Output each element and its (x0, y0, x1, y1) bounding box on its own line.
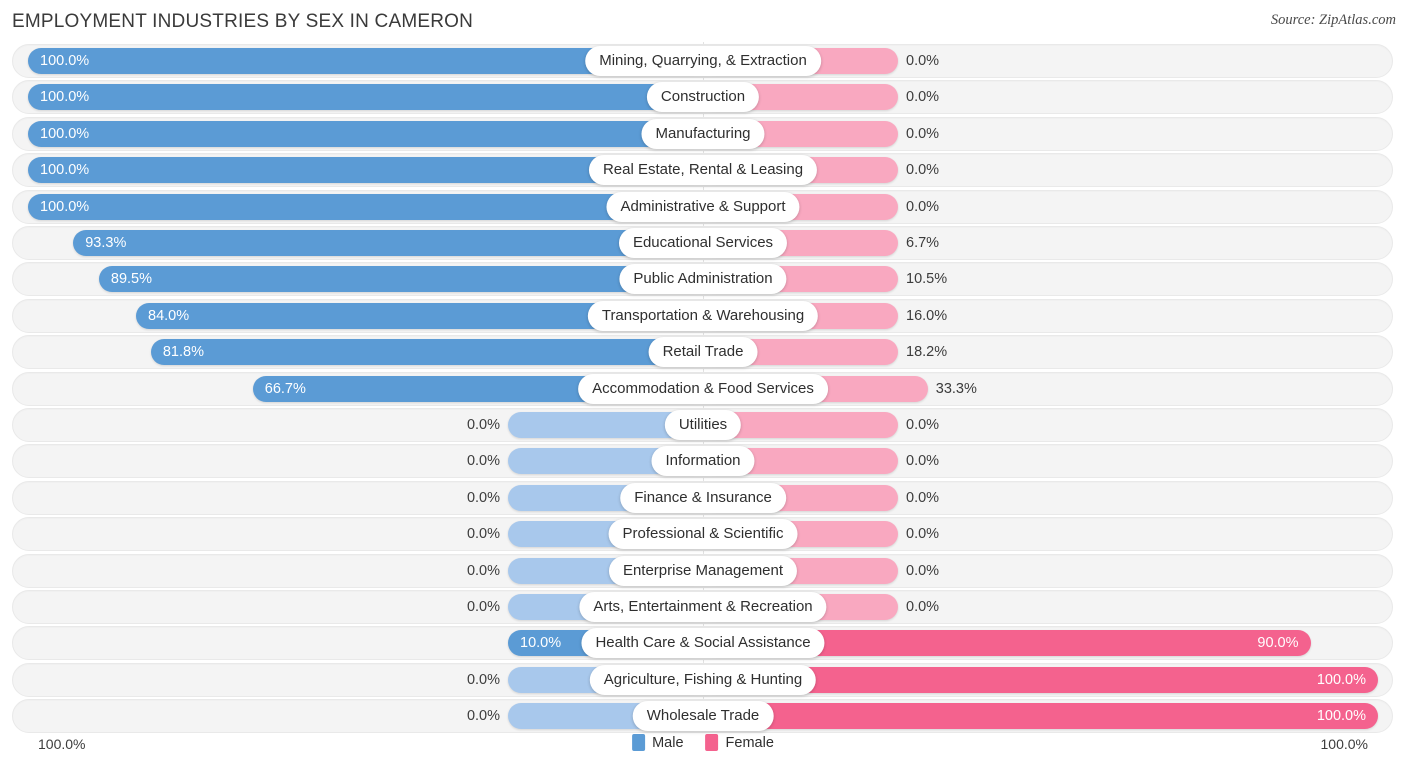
legend: Male Female (632, 734, 774, 751)
female-value-label: 0.0% (906, 125, 940, 142)
male-value-label: 10.0% (520, 635, 562, 652)
table-row[interactable]: 100.0% 0.0% Mining, Quarrying, & Extractio… (0, 44, 1406, 78)
male-value-label: 100.0% (40, 198, 90, 215)
category-label-pill[interactable]: Accommodation & Food Services (578, 373, 828, 404)
page-title: EMPLOYMENT INDUSTRIES BY SEX IN CAMERON (12, 11, 474, 32)
female-value-label: 0.0% (906, 53, 940, 69)
axis-label-right: 100.0% (1320, 736, 1368, 752)
table-row[interactable]: 100.0% 0.0% Construction (0, 80, 1406, 115)
male-value-label: 0.0% (466, 417, 500, 433)
table-row[interactable]: 0.0% 0.0% Utilities (0, 408, 1406, 442)
male-bar[interactable] (28, 120, 703, 147)
female-value-label: 100.0% (1316, 708, 1366, 725)
female-value-label: 16.0% (906, 307, 948, 324)
chart-plot-area: 100.0% 0.0% Mining, Quarrying, & Extractio… (0, 42, 1406, 734)
female-value-label: 0.0% (906, 453, 940, 470)
category-label-pill[interactable]: Health Care & Social Assistance (581, 628, 825, 659)
male-value-label: 0.0% (466, 526, 500, 543)
category-label-pill[interactable]: Mining, Quarrying, & Extraction (585, 46, 821, 76)
table-row[interactable]: 100.0% 0.0% Real Estate, Rental & Leasing (0, 153, 1406, 188)
category-label-pill[interactable]: Retail Trade (648, 337, 758, 368)
table-row[interactable]: 0.0% 0.0% Enterprise Management (0, 553, 1406, 588)
male-value-label: 93.3% (85, 235, 127, 251)
table-row[interactable]: 0.0% 100.0% Wholesale Trade (0, 699, 1406, 734)
female-value-label: 0.0% (906, 89, 940, 106)
male-value-label: 100.0% (40, 125, 90, 142)
female-value-label: 33.3% (935, 380, 977, 397)
table-row[interactable]: 89.5% 10.5% Public Administration (0, 262, 1406, 297)
female-value-label: 0.0% (906, 489, 940, 506)
legend-item-female[interactable]: Female (705, 734, 774, 751)
male-value-label: 0.0% (466, 562, 500, 579)
chart-footer: 100.0% Male Female 100.0% (0, 730, 1406, 776)
female-value-label: 18.2% (906, 344, 948, 361)
legend-item-male[interactable]: Male (632, 734, 684, 751)
female-color-swatch (705, 734, 719, 751)
category-label-pill[interactable]: Public Administration (619, 264, 787, 295)
male-bar[interactable] (73, 230, 703, 256)
legend-label-female: Female (725, 734, 774, 751)
legend-label-male: Male (652, 734, 684, 751)
male-value-label: 0.0% (466, 599, 500, 615)
female-value-label: 100.0% (1316, 671, 1366, 688)
table-row[interactable]: 100.0% 0.0% Administrative & Support (0, 189, 1406, 224)
male-bar[interactable] (98, 266, 703, 293)
table-row[interactable]: 81.8% 18.2% Retail Trade (0, 335, 1406, 370)
chart-header: EMPLOYMENT INDUSTRIES BY SEX IN CAMERON … (0, 0, 1406, 42)
category-label-pill[interactable]: Information (651, 446, 755, 477)
table-row[interactable]: 0.0% 0.0% Information (0, 444, 1406, 479)
category-label-pill[interactable]: Wholesale Trade (632, 701, 774, 732)
category-label-pill[interactable]: Educational Services (618, 228, 788, 258)
male-value-label: 66.7% (264, 380, 306, 397)
table-row[interactable]: 10.0% 90.0% Health Care & Social Assistanc… (0, 626, 1406, 661)
female-value-label: 10.5% (906, 271, 948, 288)
table-row[interactable]: 0.0% 0.0% Finance & Insurance (0, 480, 1406, 515)
male-value-label: 100.0% (40, 53, 90, 69)
category-label-pill[interactable]: Real Estate, Rental & Leasing (588, 155, 818, 186)
table-row[interactable]: 84.0% 16.0% Transportation & Warehousing (0, 298, 1406, 333)
table-row[interactable]: 100.0% 0.0% Manufacturing (0, 116, 1406, 151)
male-value-label: 0.0% (466, 671, 500, 688)
male-bar[interactable] (28, 84, 703, 111)
male-value-label: 0.0% (466, 708, 500, 725)
male-color-swatch (632, 734, 646, 751)
table-row[interactable]: 0.0% 0.0% Arts, Entertainment & Recreation (0, 590, 1406, 624)
male-bar[interactable] (28, 193, 703, 220)
category-label-pill[interactable]: Finance & Insurance (620, 482, 786, 513)
male-value-label: 100.0% (40, 162, 90, 179)
male-value-label: 0.0% (466, 453, 500, 470)
male-value-label: 89.5% (110, 271, 152, 288)
female-value-label: 0.0% (906, 162, 940, 179)
female-value-label: 0.0% (906, 562, 940, 579)
female-value-label: 0.0% (906, 198, 940, 215)
axis-label-left: 100.0% (38, 736, 86, 752)
male-bar[interactable] (150, 339, 703, 366)
category-label-pill[interactable]: Administrative & Support (606, 191, 800, 222)
category-label-pill[interactable]: Construction (646, 82, 760, 113)
category-label-pill[interactable]: Enterprise Management (608, 555, 798, 586)
category-label-pill[interactable]: Agriculture, Fishing & Hunting (589, 664, 817, 695)
category-label-pill[interactable]: Arts, Entertainment & Recreation (579, 592, 827, 622)
category-label-pill[interactable]: Transportation & Warehousing (587, 300, 819, 331)
female-value-label: 6.7% (906, 235, 940, 251)
female-bar[interactable] (703, 703, 1378, 730)
table-row[interactable]: 66.7% 33.3% Accommodation & Food Services (0, 371, 1406, 406)
category-label-pill[interactable]: Professional & Scientific (608, 519, 798, 550)
male-value-label: 84.0% (148, 307, 190, 324)
source-attribution: Source: ZipAtlas.com (1270, 12, 1396, 28)
category-label-pill[interactable]: Utilities (664, 410, 742, 440)
female-value-label: 90.0% (1257, 635, 1299, 652)
table-row[interactable]: 0.0% 100.0% Agriculture, Fishing & Hunting (0, 662, 1406, 697)
category-label-pill[interactable]: Manufacturing (641, 118, 765, 149)
male-value-label: 0.0% (466, 489, 500, 506)
male-value-label: 100.0% (40, 89, 90, 106)
female-value-label: 0.0% (906, 526, 940, 543)
female-value-label: 0.0% (906, 417, 940, 433)
male-value-label: 81.8% (162, 344, 204, 361)
table-row[interactable]: 93.3% 6.7% Educational Services (0, 226, 1406, 260)
table-row[interactable]: 0.0% 0.0% Professional & Scientific (0, 517, 1406, 552)
female-value-label: 0.0% (906, 599, 940, 615)
